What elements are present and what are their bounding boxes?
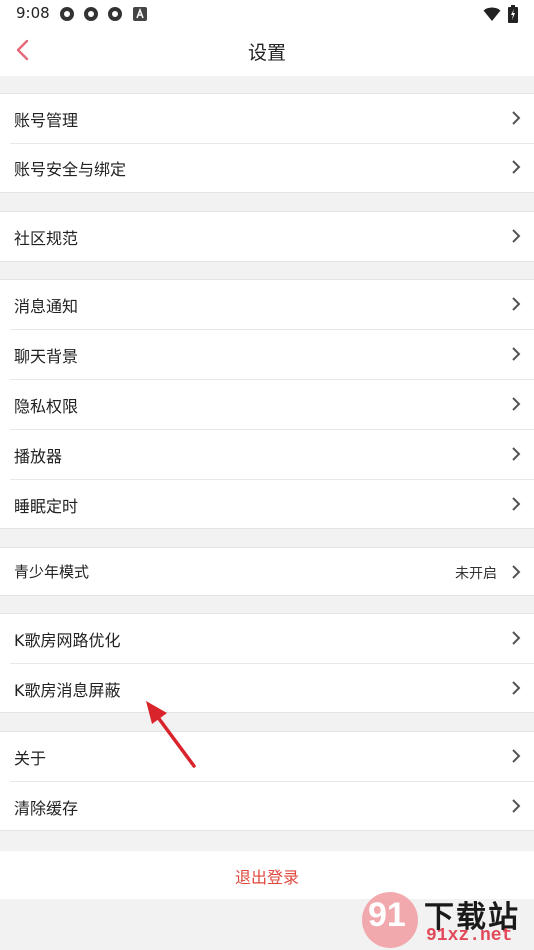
settings-group-account: 账号管理 账号安全与绑定 bbox=[0, 93, 534, 193]
chevron-right-icon bbox=[512, 229, 521, 243]
chevron-right-icon bbox=[512, 160, 521, 174]
chevron-right-icon bbox=[512, 749, 521, 763]
settings-item-ktv-message-block[interactable]: K歌房消息屏蔽 bbox=[0, 664, 534, 713]
status-bar: 9:08 bbox=[0, 0, 534, 28]
page-title: 设置 bbox=[247, 42, 286, 64]
settings-group-ktv: K歌房网路优化 K歌房消息屏蔽 bbox=[0, 613, 534, 713]
watermark-logo: 91 下载站 91xz.net bbox=[362, 890, 534, 950]
settings-item-label: 青少年模式 bbox=[14, 563, 90, 581]
settings-group-community: 社区规范 bbox=[0, 211, 534, 262]
logout-label: 退出登录 bbox=[234, 868, 299, 887]
settings-group-misc: 关于 清除缓存 bbox=[0, 731, 534, 831]
settings-item-label: K歌房网路优化 bbox=[14, 631, 121, 650]
settings-item-teen-mode[interactable]: 青少年模式 未开启 bbox=[0, 548, 534, 595]
settings-item-label: 播放器 bbox=[14, 447, 63, 466]
chevron-right-icon bbox=[512, 111, 521, 125]
chevron-right-icon bbox=[512, 297, 521, 311]
settings-item-account-security[interactable]: 账号安全与绑定 bbox=[0, 143, 534, 192]
settings-item-label: 账号管理 bbox=[14, 111, 79, 130]
app-bar: 设置 bbox=[0, 28, 534, 76]
settings-group-teen: 青少年模式 未开启 bbox=[0, 547, 534, 596]
settings-item-chat-background[interactable]: 聊天背景 bbox=[0, 330, 534, 379]
chevron-right-icon bbox=[512, 397, 521, 411]
chevron-right-icon bbox=[512, 799, 521, 813]
settings-item-label: K歌房消息屏蔽 bbox=[14, 681, 121, 700]
settings-item-about[interactable]: 关于 bbox=[0, 732, 534, 781]
wifi-icon bbox=[483, 7, 501, 21]
settings-item-label: 隐私权限 bbox=[14, 397, 79, 416]
watermark-url: 91xz.net bbox=[426, 926, 513, 946]
settings-item-label: 社区规范 bbox=[14, 229, 79, 248]
teen-mode-status: 未开启 bbox=[455, 566, 497, 582]
settings-item-account-management[interactable]: 账号管理 bbox=[0, 94, 534, 143]
settings-item-privacy[interactable]: 隐私权限 bbox=[0, 380, 534, 429]
a-notification-icon bbox=[133, 7, 147, 21]
settings-item-label: 账号安全与绑定 bbox=[14, 160, 127, 179]
settings-group-general: 消息通知 聊天背景 隐私权限 播放器 睡眠定时 bbox=[0, 279, 534, 529]
status-time: 9:08 bbox=[16, 4, 50, 22]
battery-icon bbox=[508, 5, 518, 23]
settings-item-clear-cache[interactable]: 清除缓存 bbox=[0, 782, 534, 831]
settings-item-player[interactable]: 播放器 bbox=[0, 430, 534, 479]
settings-item-label: 消息通知 bbox=[14, 297, 79, 316]
app-notification-icon bbox=[84, 7, 98, 21]
chevron-right-icon bbox=[512, 497, 521, 511]
chevron-right-icon bbox=[512, 565, 521, 579]
settings-item-label: 清除缓存 bbox=[14, 799, 79, 818]
chevron-right-icon bbox=[512, 681, 521, 695]
app-notification-icon bbox=[108, 7, 122, 21]
chevron-right-icon bbox=[512, 447, 521, 461]
app-notification-icon bbox=[60, 7, 74, 21]
watermark-number: 91 bbox=[368, 896, 406, 934]
settings-item-label: 关于 bbox=[14, 749, 47, 768]
chevron-right-icon bbox=[512, 347, 521, 361]
settings-item-sleep-timer[interactable]: 睡眠定时 bbox=[0, 480, 534, 529]
settings-item-ktv-network[interactable]: K歌房网路优化 bbox=[0, 614, 534, 663]
settings-item-label: 睡眠定时 bbox=[14, 497, 79, 516]
chevron-right-icon bbox=[512, 631, 521, 645]
settings-item-community-rules[interactable]: 社区规范 bbox=[0, 212, 534, 261]
settings-item-notifications[interactable]: 消息通知 bbox=[0, 280, 534, 329]
settings-item-label: 聊天背景 bbox=[14, 347, 79, 366]
